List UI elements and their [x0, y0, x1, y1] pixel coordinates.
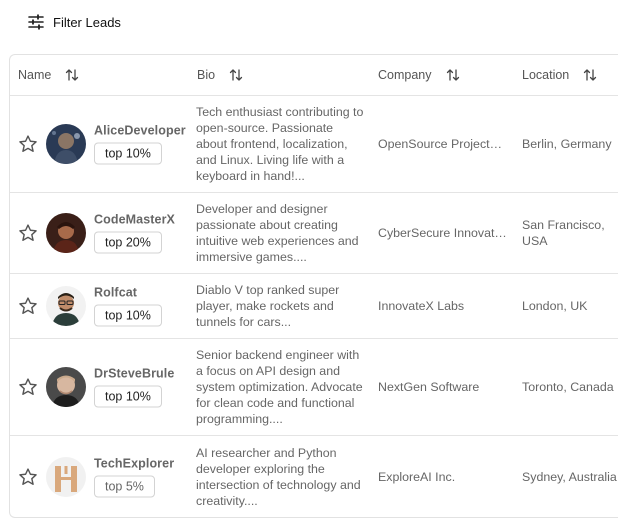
sort-icon[interactable] [583, 68, 597, 82]
avatar [46, 286, 86, 326]
rank-badge: top 10% [94, 142, 162, 165]
username[interactable]: TechExplorer [94, 456, 174, 470]
avatar [46, 124, 86, 164]
bio-text: Diablo V top ranked super player, make r… [196, 283, 340, 329]
column-header-label: Bio [197, 68, 216, 82]
table-row[interactable]: Rolfcat top 10% Diablo V top ranked supe… [10, 274, 618, 339]
sort-icon[interactable] [65, 68, 79, 82]
star-icon[interactable] [18, 134, 38, 154]
rank-badge: top 10% [94, 385, 162, 408]
column-header-location[interactable]: Location [522, 55, 597, 95]
sliders-icon [28, 14, 44, 30]
column-header-bio[interactable]: Bio [197, 55, 243, 95]
location-text: Berlin, Germany [522, 137, 612, 151]
column-header-label: Name [18, 68, 52, 82]
bio-text: AI researcher and Python developer explo… [196, 445, 361, 508]
location-text: Sydney, Australia [522, 469, 617, 484]
table-row[interactable]: AliceDeveloper top 10% Tech enthusiast c… [10, 96, 618, 193]
bio-text: Developer and designer passionate about … [196, 202, 359, 264]
company-text: CyberSecure Innovations [378, 226, 508, 240]
bio-text: Senior backend engineer with a focus on … [196, 348, 363, 426]
location-text: Toronto, Canada [522, 380, 614, 394]
sort-icon[interactable] [446, 68, 460, 82]
star-icon[interactable] [18, 467, 38, 487]
leads-table: Name Bio Company Location AliceDeveloper… [9, 54, 618, 518]
star-icon[interactable] [18, 296, 38, 316]
avatar [46, 456, 86, 497]
filter-leads-label: Filter Leads [53, 14, 121, 30]
sort-icon[interactable] [229, 68, 243, 82]
table-row[interactable]: CodeMasterX top 20% Developer and design… [10, 193, 618, 274]
username[interactable]: CodeMasterX [94, 213, 175, 227]
column-header-label: Company [378, 68, 432, 82]
column-header-company[interactable]: Company [378, 55, 460, 95]
star-icon[interactable] [18, 377, 38, 397]
location-text: San Francisco, USA [522, 218, 605, 248]
rank-badge: top 5% [94, 475, 155, 497]
username[interactable]: Rolfcat [94, 286, 162, 300]
table-row[interactable]: DrSteveBrule top 10% Senior backend engi… [10, 339, 618, 436]
table-row[interactable]: TechExplorer top 5% AI researcher and Py… [10, 436, 618, 517]
avatar [46, 367, 86, 407]
table-header: Name Bio Company Location [10, 55, 618, 96]
star-icon[interactable] [18, 223, 38, 243]
company-text: ExploreAI Inc. [378, 469, 456, 484]
filter-leads-button[interactable]: Filter Leads [28, 12, 121, 32]
rank-badge: top 20% [94, 231, 162, 254]
company-text: OpenSource Projects Inc. [378, 137, 508, 151]
column-header-name[interactable]: Name [18, 55, 79, 95]
location-text: London, UK [522, 299, 588, 313]
bio-text: Tech enthusiast contributing to open-sou… [196, 105, 364, 183]
column-header-label: Location [522, 68, 570, 82]
company-text: InnovateX Labs [378, 299, 465, 313]
username[interactable]: DrSteveBrule [94, 367, 174, 381]
avatar [46, 213, 86, 253]
username[interactable]: AliceDeveloper [94, 124, 186, 138]
company-text: NextGen Software [378, 380, 480, 394]
rank-badge: top 10% [94, 304, 162, 327]
